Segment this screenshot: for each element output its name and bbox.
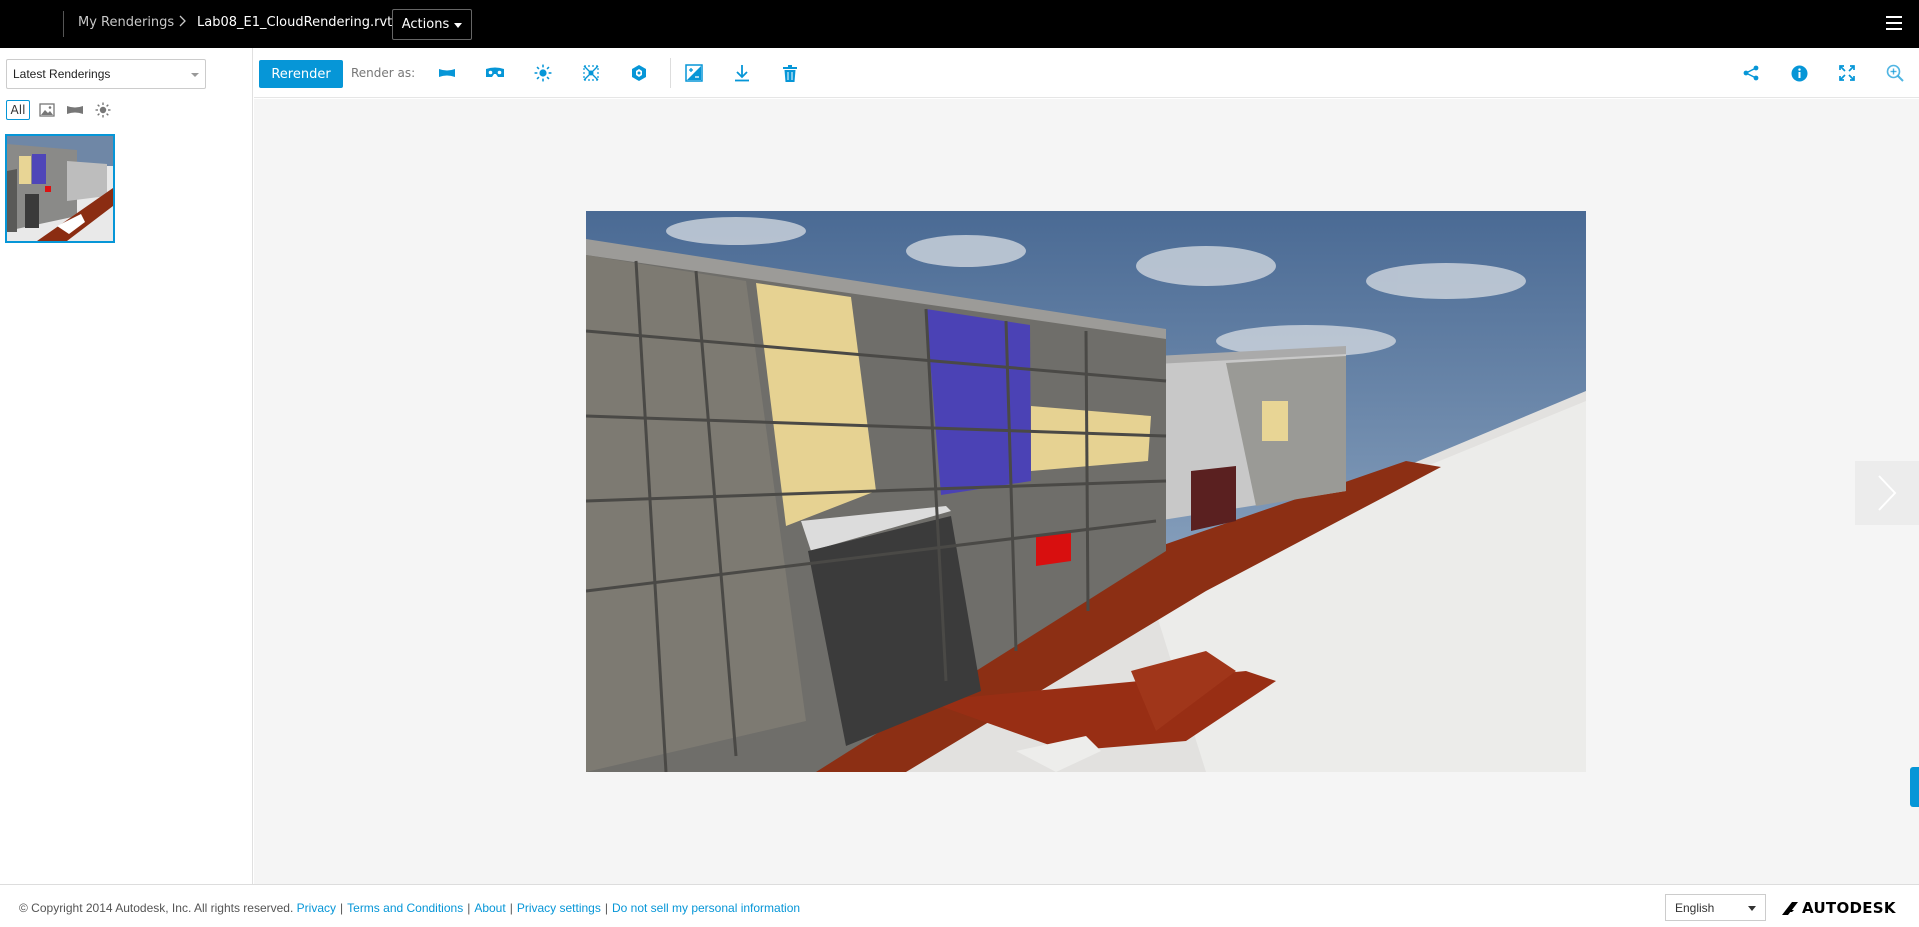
renderings-filter-select[interactable]: Latest Renderings (6, 59, 206, 89)
footer-link-about[interactable]: About (474, 901, 505, 915)
exposure-icon[interactable] (627, 61, 651, 85)
filter-image-button[interactable] (36, 100, 58, 120)
info-icon[interactable] (1787, 61, 1811, 85)
type-filter-group: All (6, 100, 114, 120)
image-icon (39, 103, 55, 117)
filter-all-label: All (10, 103, 26, 117)
stereo-panorama-icon[interactable] (483, 61, 507, 85)
footer: © Copyright 2014 Autodesk, Inc. All righ… (0, 884, 1919, 927)
rendering-thumbnail[interactable] (5, 134, 115, 243)
download-icon[interactable] (730, 61, 754, 85)
next-rendering-button[interactable] (1855, 461, 1919, 525)
rendering-thumbnail-image (7, 136, 113, 241)
footer-link-do-not-sell[interactable]: Do not sell my personal information (612, 901, 800, 915)
rerender-button[interactable]: Rerender (259, 60, 343, 88)
language-select[interactable]: English (1665, 894, 1766, 921)
fullscreen-icon[interactable] (1835, 61, 1859, 85)
panorama-icon (67, 106, 83, 114)
chevron-right-icon (178, 13, 188, 33)
hamburger-menu-icon[interactable] (1886, 16, 1902, 30)
caret-down-icon (191, 73, 199, 77)
feedback-side-tab[interactable] (1910, 767, 1919, 807)
render-toolbar: Rerender Render as: (254, 48, 1919, 98)
autodesk-logo-icon (1782, 901, 1798, 915)
panorama-icon[interactable] (435, 61, 459, 85)
brand-name: AUTODESK (1802, 899, 1896, 917)
filter-all-button[interactable]: All (6, 100, 30, 120)
delete-icon[interactable] (778, 61, 802, 85)
breadcrumb-file-name: Lab08_E1_CloudRendering.rvt (197, 15, 393, 30)
sun-icon (95, 102, 111, 118)
rendering-viewer (254, 99, 1919, 884)
filter-illuminance-button[interactable] (92, 100, 114, 120)
footer-link-privacy-settings[interactable]: Privacy settings (517, 901, 601, 915)
rendering-image-graphic (586, 211, 1586, 772)
renderings-sidebar: Latest Renderings All (0, 48, 253, 884)
illuminance-icon[interactable] (531, 61, 555, 85)
copyright-line: © Copyright 2014 Autodesk, Inc. All righ… (19, 901, 801, 915)
caret-down-icon (454, 23, 463, 28)
zoom-icon[interactable] (1883, 61, 1907, 85)
share-icon[interactable] (1739, 61, 1763, 85)
header-divider (63, 11, 64, 37)
actions-label: Actions (401, 17, 450, 32)
caret-down-icon (1748, 906, 1756, 911)
render-as-label: Render as: (351, 66, 416, 80)
footer-link-terms[interactable]: Terms and Conditions (347, 901, 463, 915)
solar-study-icon[interactable] (579, 61, 603, 85)
autodesk-logo: AUTODESK (1782, 899, 1896, 917)
language-value: English (1675, 900, 1715, 915)
actions-dropdown-button[interactable]: Actions (392, 9, 472, 40)
top-bar: My Renderings Lab08_E1_CloudRendering.rv… (0, 0, 1919, 48)
rendering-image[interactable] (586, 211, 1586, 772)
footer-link-privacy[interactable]: Privacy (297, 901, 336, 915)
adjust-exposure-icon[interactable] (682, 61, 706, 85)
filter-panorama-button[interactable] (64, 100, 86, 120)
toolbar-divider (670, 58, 671, 88)
filter-value: Latest Renderings (13, 67, 111, 81)
chevron-right-icon (1878, 475, 1897, 511)
copyright-text: © Copyright 2014 Autodesk, Inc. All righ… (19, 901, 294, 915)
breadcrumb-my-renderings[interactable]: My Renderings (78, 15, 174, 30)
